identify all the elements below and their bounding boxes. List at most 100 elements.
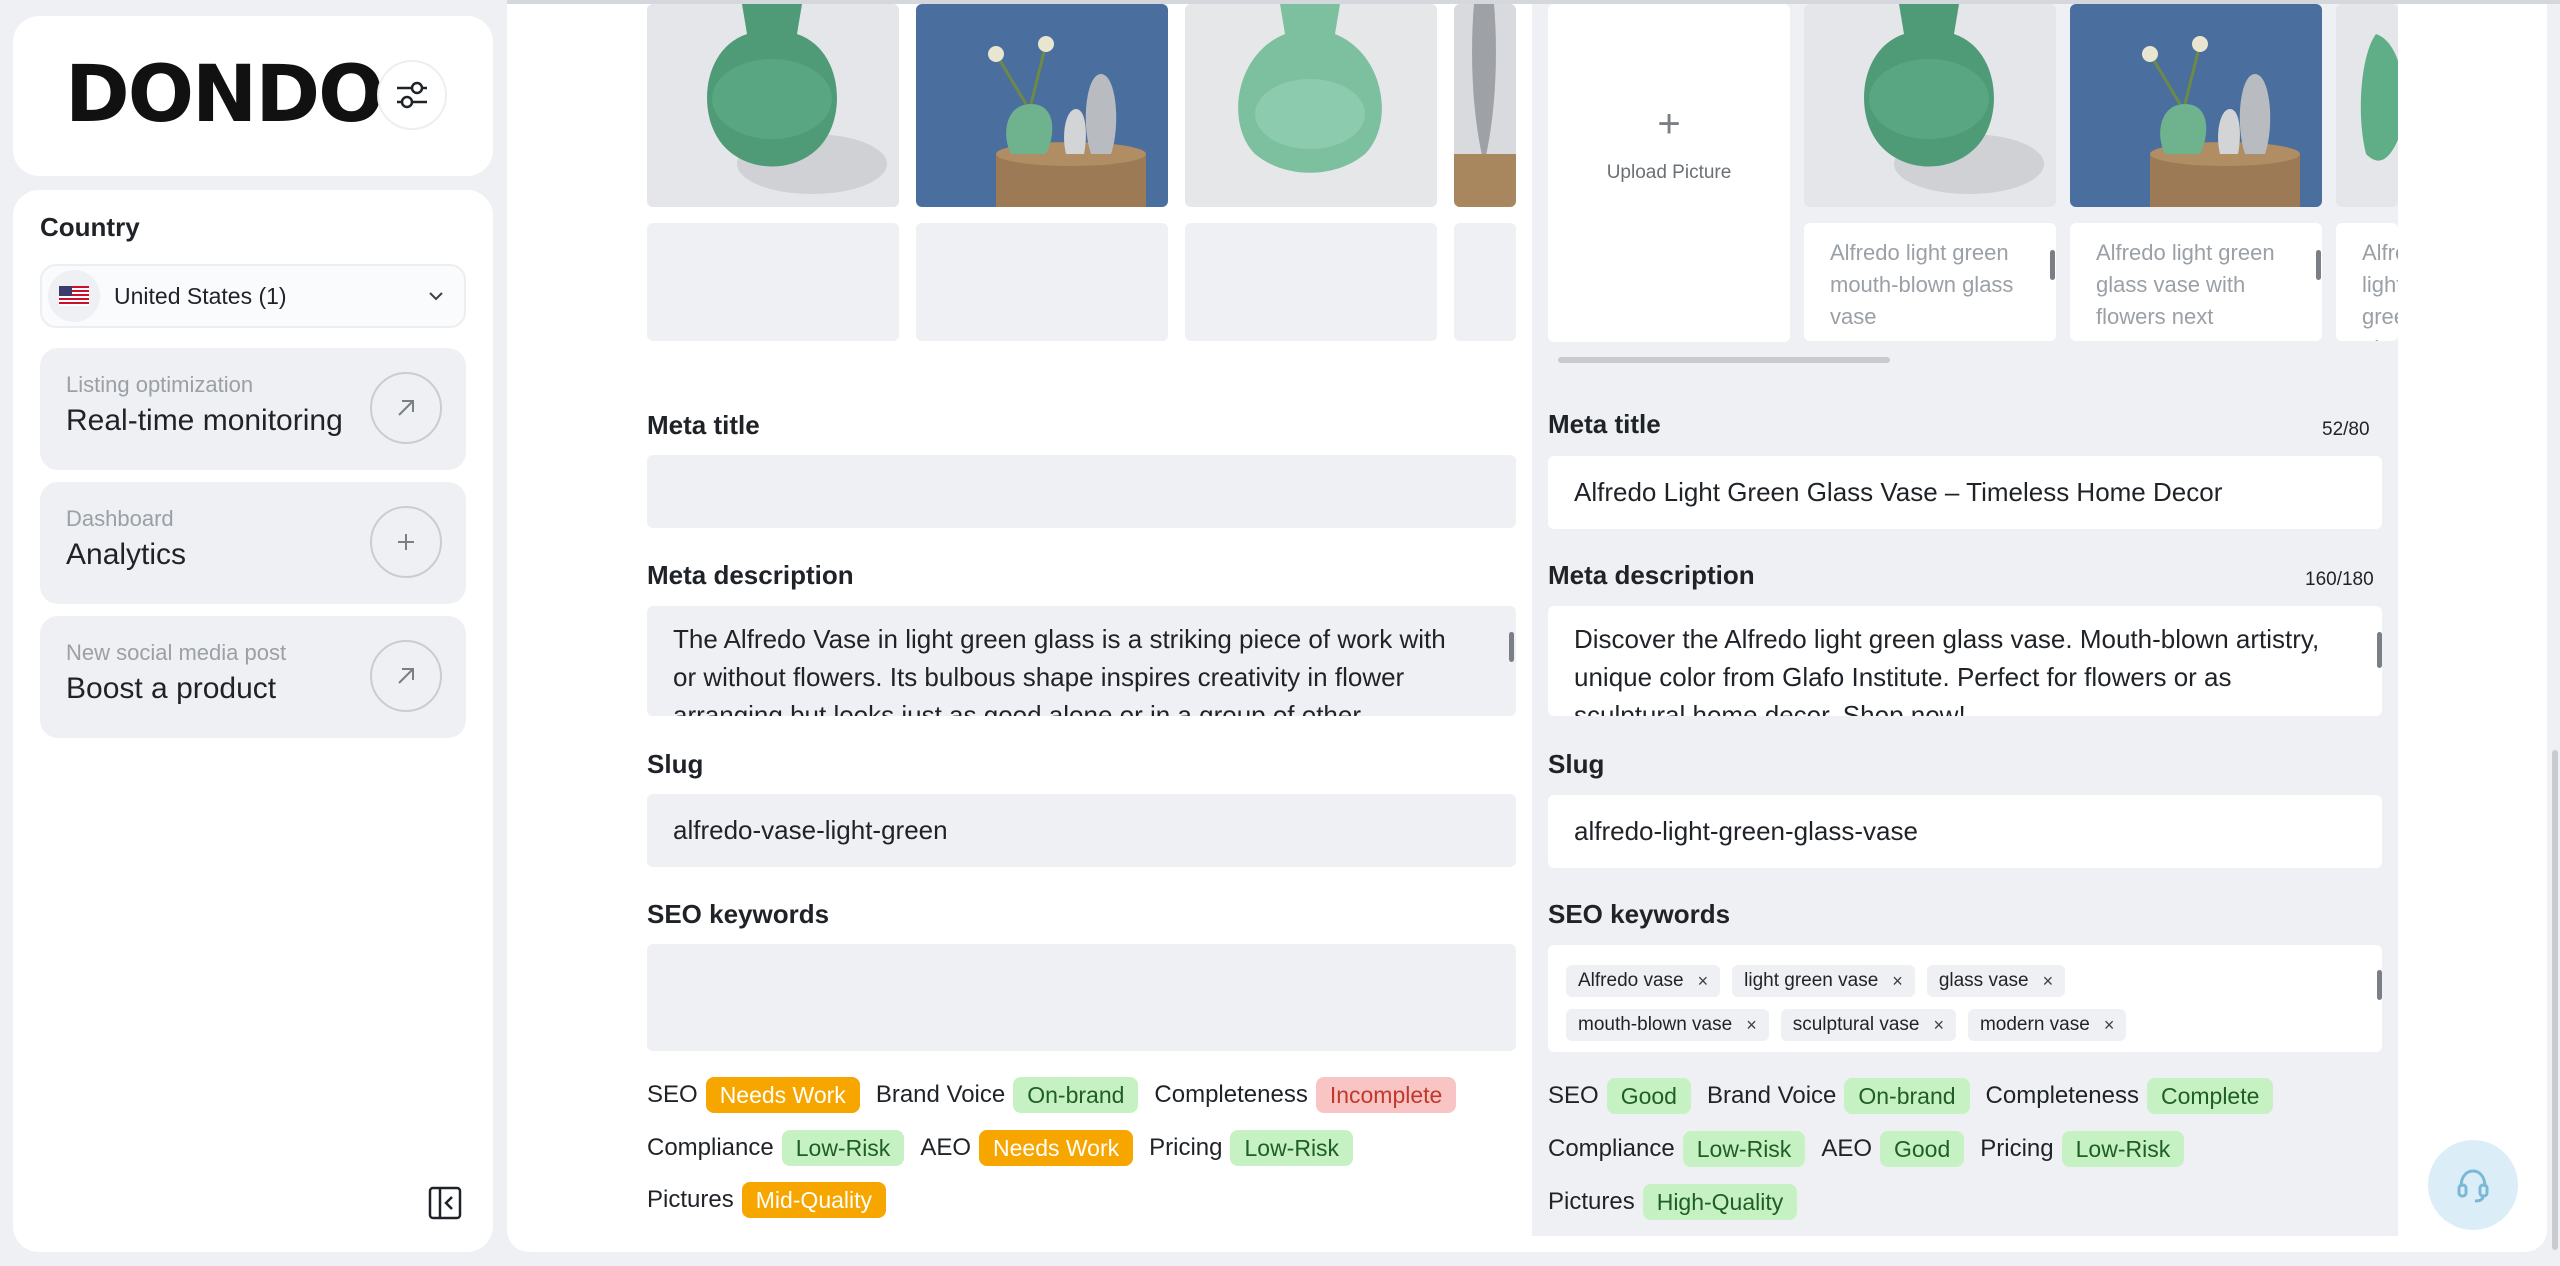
logo: DONDO [65, 50, 384, 140]
score-label: AEO [920, 1134, 971, 1161]
nav-boost-product[interactable]: New social media post Boost a product [40, 616, 466, 738]
score-row: Compliance Low-Risk AEO Good Pricing Low… [1548, 1131, 2200, 1167]
status-badge: Needs Work [979, 1130, 1134, 1166]
remove-keyword-icon[interactable]: × [2104, 1015, 2115, 1036]
status-badge: Good [1606, 1078, 1691, 1114]
remove-keyword-icon[interactable]: × [1892, 971, 1903, 992]
score-label: AEO [1821, 1135, 1872, 1162]
meta-description-input[interactable]: The Alfredo Vase in light green glass is… [647, 606, 1516, 716]
nav-sub-label: New social media post [66, 640, 287, 665]
nav-analytics[interactable]: Dashboard Analytics [40, 482, 466, 604]
status-badge: Complete [2146, 1078, 2274, 1114]
seo-keywords-input[interactable] [647, 944, 1516, 1051]
meta-description-label: Meta description [1548, 560, 1755, 590]
keyword-chip: mouth-blown vase × [1566, 1009, 1769, 1041]
keyword-text: Alfredo vase [1578, 970, 1684, 991]
image-caption-placeholder [647, 223, 899, 341]
image-caption[interactable]: Alfredo light green glass vase with flow… [2070, 223, 2322, 341]
meta-title-input[interactable] [647, 455, 1516, 528]
score-label: Completeness [1985, 1082, 2139, 1109]
score-row: Compliance Low-Risk AEO Needs Work Prici… [647, 1130, 1369, 1166]
collapse-sidebar-icon[interactable] [428, 1186, 462, 1220]
slug-input[interactable]: alfredo-light-green-glass-vase [1548, 795, 2382, 868]
status-badge: Needs Work [705, 1077, 860, 1113]
product-image[interactable] [2070, 4, 2322, 207]
score-label: Pictures [1548, 1188, 1635, 1215]
remove-keyword-icon[interactable]: × [1746, 1015, 1757, 1036]
nav-main-label: Boost a product [66, 672, 277, 705]
country-select[interactable]: United States (1) [40, 264, 466, 328]
caption-scrollbar[interactable] [2316, 250, 2321, 280]
headset-icon [2457, 1169, 2489, 1203]
chevron-down-icon [429, 292, 443, 301]
meta-title-label: Meta title [1548, 409, 1661, 439]
score-label: Completeness [1154, 1081, 1308, 1108]
product-image[interactable] [2336, 4, 2398, 207]
image-caption[interactable]: Alfredo light green glass vase with [2336, 223, 2398, 341]
keyword-chip: glass vase × [1926, 965, 2066, 997]
slug-input[interactable]: alfredo-vase-light-green [647, 794, 1516, 867]
slug-label: Slug [1548, 749, 1605, 779]
support-chat-button[interactable] [2428, 1140, 2518, 1230]
keyword-text: glass vase [1938, 970, 2029, 991]
keyword-chip: modern vase × [1967, 1009, 2127, 1041]
meta-title-counter: 52/80 [2322, 419, 2370, 440]
logo-card: DONDO [13, 16, 493, 176]
meta-title-label: Meta title [647, 410, 760, 440]
keyword-text: sculptural vase [1792, 1014, 1920, 1035]
status-badge: Good [1880, 1131, 1965, 1167]
score-label: SEO [1548, 1082, 1599, 1109]
meta-description-input[interactable]: Discover the Alfredo light green glass v… [1548, 606, 2382, 716]
score-row: Pictures High-Quality [1548, 1184, 1813, 1220]
country-value: United States (1) [114, 282, 287, 309]
caption-scrollbar[interactable] [2050, 250, 2055, 280]
status-badge: Low-Risk [1230, 1130, 1354, 1166]
seo-keywords-label: SEO keywords [647, 899, 830, 929]
arrow-up-right-icon[interactable] [370, 640, 442, 712]
nav-sub-label: Listing optimization [66, 372, 254, 397]
product-image[interactable] [916, 4, 1168, 207]
meta-description-counter: 160/180 [2305, 569, 2374, 590]
product-image[interactable] [647, 4, 899, 207]
image-caption-placeholder [916, 223, 1168, 341]
remove-keyword-icon[interactable]: × [1698, 971, 1709, 992]
sliders-icon [397, 81, 427, 109]
status-badge: High-Quality [1642, 1184, 1798, 1220]
status-badge: Low-Risk [2061, 1131, 2185, 1167]
score-label: Pictures [647, 1186, 734, 1213]
remove-keyword-icon[interactable]: × [1933, 1015, 1944, 1036]
keyword-text: mouth-blown vase [1578, 1014, 1733, 1035]
status-badge: On-brand [1013, 1077, 1139, 1113]
keyword-text: light green vase [1744, 970, 1879, 991]
page-scrollbar[interactable] [2552, 750, 2558, 1250]
textarea-scrollbar[interactable] [2377, 632, 2382, 668]
keyword-chip: sculptural vase × [1780, 1009, 1956, 1041]
upload-label: Upload Picture [1606, 162, 1732, 183]
plus-icon[interactable] [370, 506, 442, 578]
upload-picture-button[interactable]: + Upload Picture [1548, 4, 1790, 342]
plus-icon: + [1657, 102, 1681, 146]
nav-sub-label: Dashboard [66, 506, 174, 531]
filter-settings-button[interactable] [377, 60, 447, 130]
keywords-scrollbar[interactable] [2377, 970, 2382, 1000]
status-badge: Incomplete [1315, 1077, 1457, 1113]
meta-title-input[interactable]: Alfredo Light Green Glass Vase – Timeles… [1548, 456, 2382, 529]
status-badge: Low-Risk [1682, 1131, 1806, 1167]
status-badge: Low-Risk [781, 1130, 905, 1166]
score-row: Pictures Mid-Quality [647, 1182, 902, 1218]
product-image[interactable] [1804, 4, 2056, 207]
keyword-text: modern vase [1979, 1014, 2090, 1035]
score-label: Brand Voice [875, 1081, 1006, 1108]
image-strip-scrollbar[interactable] [1558, 357, 1890, 363]
remove-keyword-icon[interactable]: × [2043, 971, 2054, 992]
product-image[interactable] [1454, 4, 1516, 207]
textarea-scrollbar[interactable] [1509, 632, 1514, 662]
image-caption[interactable]: Alfredo light green mouth-blown glass va… [1804, 223, 2056, 341]
image-caption-placeholder [1454, 223, 1516, 341]
score-row: SEO Needs Work Brand Voice On-brand Comp… [647, 1077, 1472, 1113]
nav-real-time-monitoring[interactable]: Listing optimization Real-time monitorin… [40, 348, 466, 470]
seo-keywords-input[interactable]: Alfredo vase × light green vase × glass va… [1548, 945, 2382, 1052]
arrow-up-right-icon[interactable] [370, 372, 442, 444]
product-image[interactable] [1185, 4, 1437, 207]
meta-description-label: Meta description [647, 560, 854, 590]
